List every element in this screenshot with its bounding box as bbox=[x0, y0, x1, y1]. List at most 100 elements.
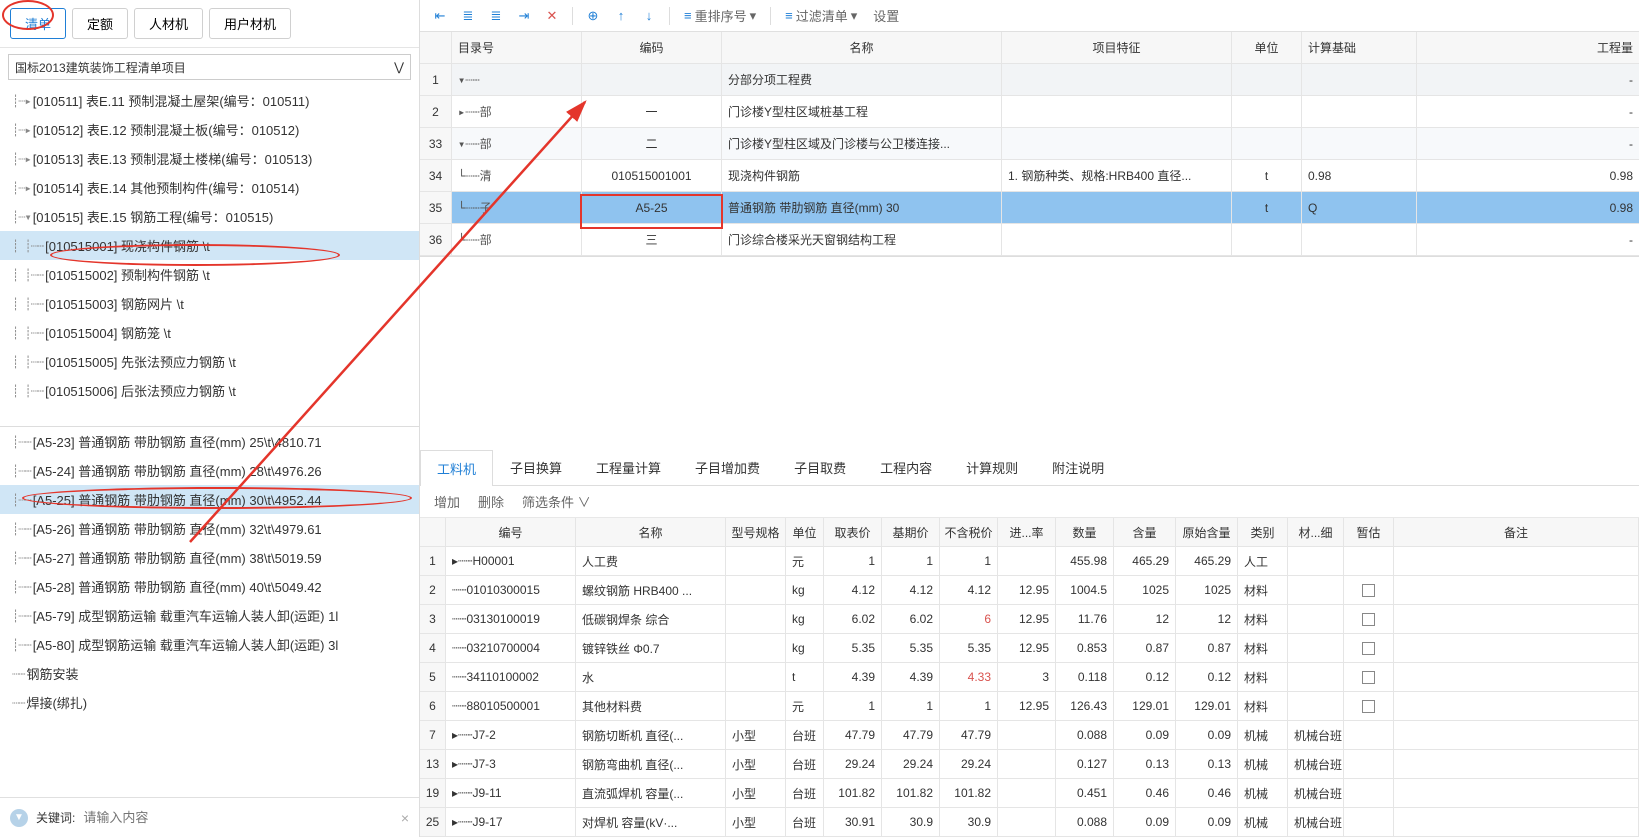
detail-header[interactable]: 暂估 bbox=[1344, 518, 1394, 546]
detail-header[interactable]: 不含税价 bbox=[940, 518, 998, 546]
grid-header[interactable]: 计算基础 bbox=[1302, 32, 1417, 63]
tree-upper[interactable]: ┊┈▸ [010511] 表E.11 预制混凝土屋架(编号：010511)┊┈▸… bbox=[0, 86, 419, 426]
tree-node[interactable]: ┊┈┄[A5-24] 普通钢筋 带肋钢筋 直径(mm) 28\t\4976.26 bbox=[0, 456, 419, 485]
sub-tab[interactable]: 附注说明 bbox=[1035, 449, 1121, 485]
detail-header[interactable]: 名称 bbox=[576, 518, 726, 546]
tree-node[interactable]: ┊ ┊┈┄[010515004] 钢筋笼 \t bbox=[0, 318, 419, 347]
tree-node[interactable]: ┈┄焊接(绑扎) bbox=[0, 688, 419, 717]
tab-quota[interactable]: 定额 bbox=[72, 8, 128, 39]
tree-node[interactable]: ┊┈▸ [010511] 表E.11 预制混凝土屋架(编号：010511) bbox=[0, 86, 419, 115]
detail-header[interactable]: 基期价 bbox=[882, 518, 940, 546]
grid-header[interactable]: 单位 bbox=[1232, 32, 1302, 63]
tree-node[interactable]: ┊┈┄[A5-80] 成型钢筋运输 载重汽车运输人装人卸(运距) 3l bbox=[0, 630, 419, 659]
tab-user-material[interactable]: 用户材机 bbox=[209, 8, 291, 39]
tab-list[interactable]: 清单 bbox=[10, 8, 66, 39]
detail-header[interactable]: 类别 bbox=[1238, 518, 1288, 546]
add-btn[interactable]: 增加 bbox=[434, 492, 460, 511]
sub-tab[interactable]: 子目增加费 bbox=[678, 449, 777, 485]
detail-cell: 人工费 bbox=[576, 547, 726, 575]
tree-node[interactable]: ┊┈┄[A5-23] 普通钢筋 带肋钢筋 直径(mm) 25\t\4810.71 bbox=[0, 427, 419, 456]
detail-header[interactable]: 进...率 bbox=[998, 518, 1056, 546]
detail-header[interactable] bbox=[420, 518, 446, 546]
tree-node[interactable]: ┊┈▸ [010514] 表E.14 其他预制构件(编号：010514) bbox=[0, 173, 419, 202]
sub-tab[interactable]: 工料机 bbox=[420, 450, 493, 486]
detail-header[interactable]: 含量 bbox=[1114, 518, 1176, 546]
tree-node[interactable]: ┊┈▸ [010512] 表E.12 预制混凝土板(编号：010512) bbox=[0, 115, 419, 144]
keyword-input[interactable] bbox=[83, 810, 392, 825]
checkbox[interactable] bbox=[1362, 584, 1375, 597]
tree-node[interactable]: ┊┈┄[A5-27] 普通钢筋 带肋钢筋 直径(mm) 38\t\5019.59 bbox=[0, 543, 419, 572]
detail-header[interactable]: 单位 bbox=[786, 518, 824, 546]
tree-node[interactable]: ┊ ┊┈┄[010515006] 后张法预应力钢筋 \t bbox=[0, 376, 419, 405]
checkbox[interactable] bbox=[1362, 613, 1375, 626]
settings-btn[interactable]: 设置 bbox=[867, 6, 905, 25]
tree-lower[interactable]: ┊┈┄[A5-23] 普通钢筋 带肋钢筋 直径(mm) 25\t\4810.71… bbox=[0, 426, 419, 797]
tree-node[interactable]: ┊┈┄[A5-28] 普通钢筋 带肋钢筋 直径(mm) 40\t\5049.42 bbox=[0, 572, 419, 601]
tree-node[interactable]: ┊┈▸ [010513] 表E.13 预制混凝土楼梯(编号：010513) bbox=[0, 144, 419, 173]
filter-btn[interactable]: ≡过滤清单 ▾ bbox=[779, 6, 863, 25]
detail-header[interactable]: 原始含量 bbox=[1176, 518, 1238, 546]
delete-btn[interactable]: 删除 bbox=[478, 492, 504, 511]
move-down-icon[interactable]: ↓ bbox=[637, 4, 661, 28]
indent-right-icon[interactable]: ⇥ bbox=[512, 4, 536, 28]
detail-row[interactable]: 2 ┈┄01010300015螺纹钢筋 HRB400 ...kg4.124.12… bbox=[420, 576, 1639, 605]
grid-header[interactable]: 编码 bbox=[582, 32, 722, 63]
sub-tab[interactable]: 子目取费 bbox=[777, 449, 863, 485]
detail-row[interactable]: 1▸┈┄H00001人工费元111455.98465.29465.29人工 bbox=[420, 547, 1639, 576]
grid-row[interactable]: 33 ▾┈┄部二门诊楼Y型柱区域及门诊楼与公卫楼连接...- bbox=[420, 128, 1639, 160]
tree-node[interactable]: ┈┄钢筋安装 bbox=[0, 659, 419, 688]
detail-row[interactable]: 6 ┈┄88010500001其他材料费元11112.95126.43129.0… bbox=[420, 692, 1639, 721]
checkbox[interactable] bbox=[1362, 642, 1375, 655]
detail-row[interactable]: 5 ┈┄34110100002水t4.394.394.3330.1180.120… bbox=[420, 663, 1639, 692]
checkbox[interactable] bbox=[1362, 700, 1375, 713]
tree-node[interactable]: ┊ ┊┈┄[010515003] 钢筋网片 \t bbox=[0, 289, 419, 318]
grid-row[interactable]: 36 └┈┄部三门诊综合楼采光天窗钢结构工程- bbox=[420, 224, 1639, 256]
tree-node[interactable]: ┊┈┄[A5-79] 成型钢筋运输 载重汽车运输人装人卸(运距) 1l bbox=[0, 601, 419, 630]
standard-dropdown[interactable]: 国标2013建筑装饰工程清单项目 ⋁ bbox=[8, 54, 411, 80]
move-up-icon[interactable]: ↑ bbox=[609, 4, 633, 28]
tree-node[interactable]: ┊┈▾ [010515] 表E.15 钢筋工程(编号：010515) bbox=[0, 202, 419, 231]
detail-row[interactable]: 13▸┈┄J7-3钢筋弯曲机 直径(...小型台班29.2429.2429.24… bbox=[420, 750, 1639, 779]
tree-node[interactable]: ┊┈┄[A5-26] 普通钢筋 带肋钢筋 直径(mm) 32\t\4979.61 bbox=[0, 514, 419, 543]
grid-header[interactable]: 名称 bbox=[722, 32, 1002, 63]
detail-row[interactable]: 19▸┈┄J9-11直流弧焊机 容量(...小型台班101.82101.8210… bbox=[420, 779, 1639, 808]
outdent-icon[interactable]: ≣ bbox=[456, 4, 480, 28]
grid-header[interactable]: 工程量 bbox=[1417, 32, 1639, 63]
indent-icon[interactable]: ≣ bbox=[484, 4, 508, 28]
grid-row[interactable]: 34 └┈┄清010515001001现浇构件钢筋1. 钢筋种类、规格:HRB4… bbox=[420, 160, 1639, 192]
grid-header[interactable]: 项目特征 bbox=[1002, 32, 1232, 63]
sub-tab[interactable]: 计算规则 bbox=[949, 449, 1035, 485]
sub-tab[interactable]: 子目换算 bbox=[493, 449, 579, 485]
grid-row[interactable]: 1▾┈┄分部分项工程费- bbox=[420, 64, 1639, 96]
tab-labor-material[interactable]: 人材机 bbox=[134, 8, 203, 39]
detail-row[interactable]: 7▸┈┄J7-2钢筋切断机 直径(...小型台班47.7947.7947.790… bbox=[420, 721, 1639, 750]
tree-node[interactable]: ┊ ┊┈┄[010515005] 先张法预应力钢筋 \t bbox=[0, 347, 419, 376]
sub-tab[interactable]: 工程量计算 bbox=[579, 449, 678, 485]
delete-icon[interactable]: ✕ bbox=[540, 4, 564, 28]
indent-left-icon[interactable]: ⇤ bbox=[428, 4, 452, 28]
tree-node[interactable]: ┊ ┊┈┄[010515002] 预制构件钢筋 \t bbox=[0, 260, 419, 289]
filter-criteria-btn[interactable]: 筛选条件 ∨ bbox=[522, 492, 591, 511]
detail-header[interactable]: 数量 bbox=[1056, 518, 1114, 546]
grid-header[interactable]: 目录号 bbox=[452, 32, 582, 63]
reorder-btn[interactable]: ≡重排序号 ▾ bbox=[678, 6, 762, 25]
detail-row[interactable]: 25▸┈┄J9-17对焊机 容量(kV·...小型台班30.9130.930.9… bbox=[420, 808, 1639, 837]
detail-row[interactable]: 3 ┈┄03130100019低碳钢焊条 综合kg6.026.02612.951… bbox=[420, 605, 1639, 634]
detail-header[interactable]: 材...细 bbox=[1288, 518, 1344, 546]
detail-header[interactable]: 备注 bbox=[1394, 518, 1639, 546]
grid-header[interactable] bbox=[420, 32, 452, 63]
detail-header[interactable]: 编号 bbox=[446, 518, 576, 546]
down-arrow-icon[interactable]: ▼ bbox=[10, 809, 28, 827]
grid-row[interactable]: 35 └┈┄子A5-25普通钢筋 带肋钢筋 直径(mm) 30tQ0.98 bbox=[420, 192, 1639, 224]
grid-row[interactable]: 2 ▸┈┄部一门诊楼Y型柱区域桩基工程- bbox=[420, 96, 1639, 128]
clear-keyword-icon[interactable]: × bbox=[401, 810, 409, 826]
detail-row[interactable]: 4 ┈┄03210700004镀锌铁丝 Φ0.7kg5.355.355.3512… bbox=[420, 634, 1639, 663]
checkbox[interactable] bbox=[1362, 671, 1375, 684]
tree-node[interactable]: ┊┈┄[A5-25] 普通钢筋 带肋钢筋 直径(mm) 30\t\4952.44 bbox=[0, 485, 419, 514]
detail-header[interactable]: 型号规格 bbox=[726, 518, 786, 546]
detail-header[interactable]: 取表价 bbox=[824, 518, 882, 546]
sub-tab[interactable]: 工程内容 bbox=[863, 449, 949, 485]
insert-icon[interactable]: ⊕ bbox=[581, 4, 605, 28]
tree-label: [A5-24] 普通钢筋 带肋钢筋 直径(mm) 28\t\4976.26 bbox=[33, 461, 322, 480]
tree-node[interactable]: ┊ ┊┈┄[010515001] 现浇构件钢筋 \t bbox=[0, 231, 419, 260]
